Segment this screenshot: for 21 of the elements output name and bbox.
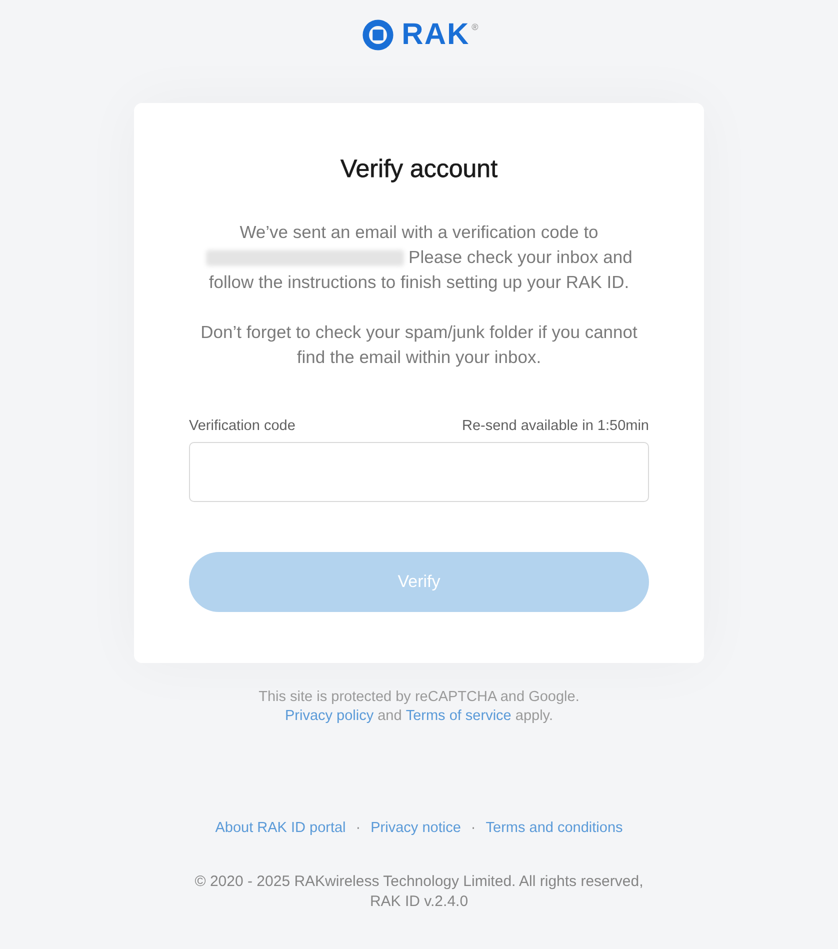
apply-text: apply. <box>515 708 553 724</box>
joiner-text: and <box>378 708 402 724</box>
privacy-policy-link[interactable]: Privacy policy <box>284 708 374 724</box>
registered-mark: ® <box>472 22 478 32</box>
note-text: Don’t forget to check your spam/junk folder if you cannot find the email within your inbox. <box>200 321 638 369</box>
logo-text: RAK <box>402 18 470 52</box>
message-text: We’ve sent an email with a verification code to Please check your inbox and follow the instructions to finish setting up your RAK ID. <box>189 220 649 295</box>
recaptcha-text: This site is protected by reCAPTCHA and Google. <box>258 689 580 705</box>
footer-link[interactable]: Terms and conditions <box>486 820 623 836</box>
page-title: Verify account <box>339 155 499 184</box>
terms-link[interactable]: Terms of service <box>406 708 512 724</box>
footer-link[interactable]: About RAK ID portal <box>215 820 346 836</box>
logo-icon <box>360 17 396 53</box>
field-label: Verification code <box>189 418 296 434</box>
separator-dot: · <box>470 820 476 836</box>
copyright-text: © 2020 - 2025 RAKwireless Technology Limited. All rights reserved, <box>194 873 644 890</box>
footer-link[interactable]: Privacy notice <box>370 820 461 836</box>
version-text: RAK ID v.2.4.0 <box>370 893 468 910</box>
separator-dot: · <box>356 820 361 836</box>
input-field[interactable] <box>189 442 649 502</box>
resend-timer: Re-send available in 1:50min <box>462 418 649 434</box>
